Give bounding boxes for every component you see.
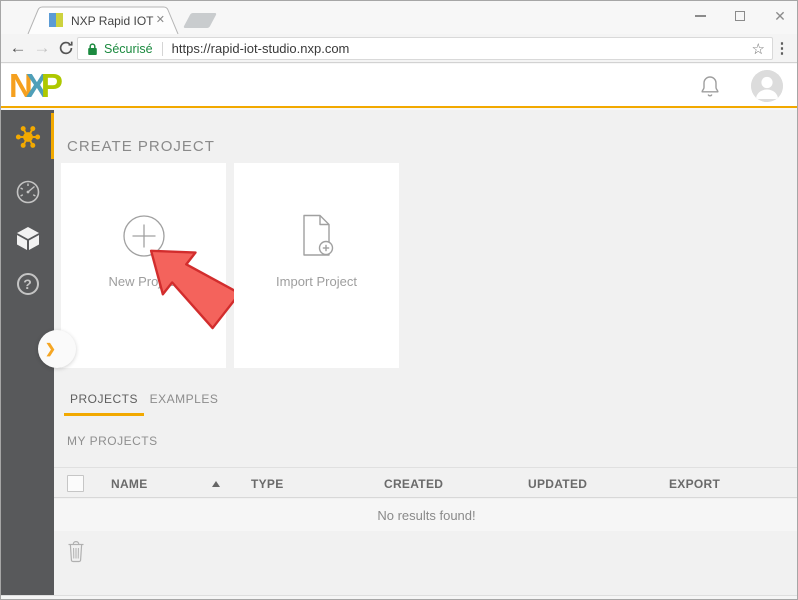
maximize-button[interactable]	[729, 6, 751, 26]
refresh-glyph	[59, 41, 73, 55]
question-icon: ?	[16, 273, 39, 295]
address-bar[interactable]: Sécurisé https://rapid-iot-studio.nxp.co…	[77, 37, 773, 60]
empty-message: No results found!	[377, 507, 476, 523]
tab-examples[interactable]: EXAMPLES	[144, 382, 224, 416]
plus-circle-icon	[122, 215, 165, 257]
tab-title: NXP Rapid IOT	[71, 14, 154, 28]
nxp-logo: NXP	[9, 67, 63, 105]
bookmark-star-icon[interactable]: ☆	[752, 40, 765, 58]
column-header-name[interactable]: NAME	[111, 477, 148, 491]
select-all-checkbox[interactable]	[67, 475, 84, 492]
user-avatar[interactable]	[751, 70, 783, 102]
table-header-row: NAME TYPE CREATED UPDATED EXPORT	[54, 467, 797, 498]
column-header-created[interactable]: CREATED	[384, 477, 443, 491]
main-content: CREATE PROJECT New Project Import Projec…	[54, 110, 797, 595]
sidebar-expand-button[interactable]: ❯	[38, 330, 76, 368]
new-tab-button[interactable]	[183, 13, 217, 28]
chevron-right-icon: ❯	[45, 341, 56, 356]
tab-strip: NXP Rapid IOT ✕ ✕	[1, 1, 797, 34]
empty-results-row: No results found!	[54, 499, 797, 531]
sidebar-item-help[interactable]: ?	[1, 273, 54, 295]
person-icon	[751, 70, 783, 102]
section-label: MY PROJECTS	[67, 434, 158, 448]
maximize-icon	[735, 11, 745, 21]
sidebar-item-packages[interactable]	[1, 225, 54, 251]
column-header-updated[interactable]: UPDATED	[528, 477, 587, 491]
browser-toolbar: ← → Sécurisé https://rapid-iot-studio.nx…	[1, 34, 797, 63]
sidebar-item-dashboard[interactable]	[1, 179, 54, 205]
page-title: CREATE PROJECT	[67, 138, 215, 155]
notifications-button[interactable]	[699, 74, 723, 98]
close-button[interactable]: ✕	[769, 6, 791, 26]
secure-lock-icon	[88, 42, 97, 55]
card-label: Import Project	[276, 274, 357, 289]
project-tabs: PROJECTS EXAMPLES	[54, 382, 224, 416]
tab-projects[interactable]: PROJECTS	[64, 382, 144, 416]
refresh-icon[interactable]	[55, 37, 77, 59]
url-text: https://rapid-iot-studio.nxp.com	[171, 41, 350, 56]
import-document-icon	[302, 214, 333, 256]
trash-icon	[68, 541, 84, 563]
browser-window: NXP Rapid IOT ✕ ✕ ← → Sécurisé https://r…	[0, 0, 798, 600]
security-label: Sécurisé	[104, 41, 153, 56]
gauge-icon	[16, 180, 39, 204]
minimize-button[interactable]	[689, 6, 711, 26]
delete-button[interactable]	[67, 539, 89, 565]
import-project-card[interactable]: Import Project	[234, 163, 399, 368]
browser-tab[interactable]: NXP Rapid IOT ✕	[27, 6, 179, 34]
forward-icon[interactable]: →	[31, 37, 53, 59]
back-icon[interactable]: ←	[7, 37, 29, 59]
column-header-type[interactable]: TYPE	[251, 477, 284, 491]
app-header: NXP	[1, 64, 797, 108]
cube-icon	[16, 227, 39, 250]
address-divider	[161, 41, 163, 56]
window-controls: ✕	[689, 5, 791, 27]
sidebar-item-projects[interactable]	[1, 122, 54, 152]
network-hub-icon	[15, 126, 40, 148]
nxp-favicon-icon	[49, 13, 63, 27]
column-header-export[interactable]: EXPORT	[669, 477, 720, 491]
tab-label: PROJECTS	[69, 392, 138, 406]
tab-label: EXAMPLES	[149, 392, 219, 406]
card-label: New Project	[108, 274, 179, 289]
logo-letter-p: P	[40, 67, 63, 104]
new-project-card[interactable]: New Project	[61, 163, 241, 368]
bell-icon	[701, 76, 719, 97]
sort-ascending-icon[interactable]	[212, 481, 220, 487]
tab-close-icon[interactable]: ✕	[156, 13, 165, 26]
horizontal-scrollbar[interactable]	[1, 595, 797, 599]
minimize-icon	[694, 15, 706, 17]
browser-menu-icon[interactable]: ⋮	[772, 37, 792, 59]
